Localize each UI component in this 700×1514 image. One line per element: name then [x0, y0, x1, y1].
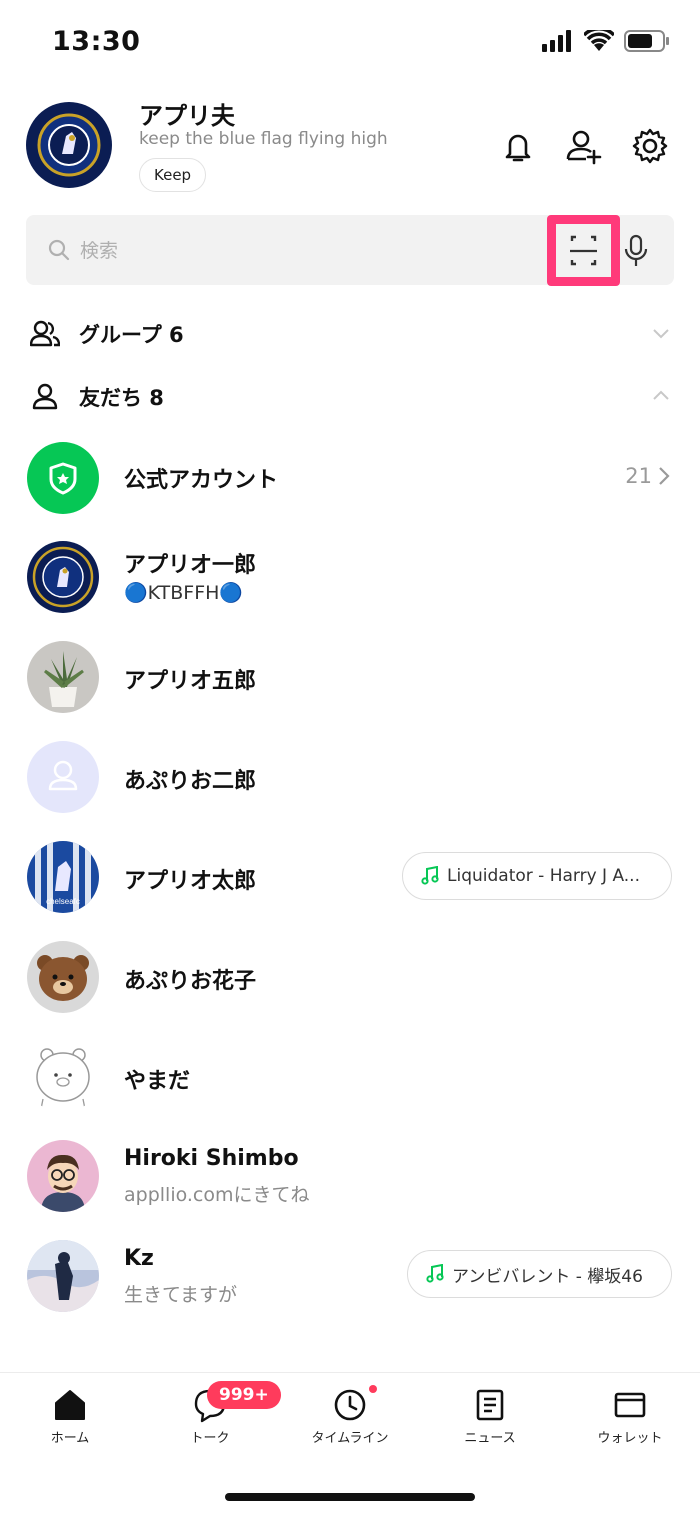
- avatar: [27, 1140, 99, 1212]
- friend-name: Kz: [124, 1246, 154, 1271]
- friend-row[interactable]: Hiroki Shimbo appllio.comにきてね: [0, 1140, 700, 1230]
- unread-badge: 999+: [207, 1381, 281, 1409]
- friends-label: 友だち 8: [79, 386, 164, 410]
- avatar: [27, 1240, 99, 1312]
- profile-avatar[interactable]: [26, 102, 112, 188]
- status-icons: [542, 30, 670, 52]
- official-account-avatar: [27, 442, 99, 514]
- bear-sketch-icon: [36, 1048, 90, 1110]
- friend-row[interactable]: あぷりお花子: [0, 941, 700, 1031]
- chevron-up-icon: [653, 390, 669, 400]
- home-icon: [55, 1390, 85, 1420]
- wifi-icon: [584, 30, 614, 51]
- profile-name[interactable]: アプリ夫: [139, 96, 235, 131]
- status-time: 13:30: [52, 26, 141, 57]
- friends-section[interactable]: 友だち 8: [0, 371, 700, 421]
- music-title: Liquidator - Harry J A...: [447, 866, 640, 886]
- avatar: [27, 941, 99, 1013]
- search-input[interactable]: 検索: [80, 236, 118, 263]
- scan-icon: [570, 235, 597, 266]
- tab-news[interactable]: ニュース: [420, 1387, 560, 1457]
- groups-label: グループ 6: [79, 323, 184, 347]
- profile-actions: [498, 126, 670, 166]
- qr-scan-button[interactable]: [547, 215, 620, 286]
- avatar: [27, 641, 99, 713]
- chevron-down-icon: [653, 329, 669, 339]
- friend-name: アプリオ五郎: [124, 669, 257, 694]
- tab-home[interactable]: ホーム: [0, 1387, 140, 1457]
- bell-icon[interactable]: [498, 126, 538, 166]
- friend-name: Hiroki Shimbo: [124, 1146, 299, 1171]
- friend-row[interactable]: アプリオ一郎 🔵KTBFFH🔵: [0, 541, 700, 631]
- keep-button[interactable]: Keep: [139, 158, 207, 192]
- default-avatar-icon: [48, 760, 78, 791]
- groups-section[interactable]: グループ 6: [0, 308, 700, 358]
- friend-name: アプリオ太郎: [124, 869, 257, 894]
- music-chip[interactable]: Liquidator - Harry J A...: [402, 852, 672, 900]
- music-chip[interactable]: アンビバレント - 欅坂46: [407, 1250, 672, 1298]
- tab-label: トーク: [190, 1431, 230, 1446]
- gear-icon[interactable]: [630, 126, 670, 166]
- clock-icon: [334, 1389, 366, 1421]
- svg-text:chelseafc: chelseafc: [46, 897, 80, 906]
- friend-name: やまだ: [124, 1069, 191, 1094]
- search-icon: [48, 239, 70, 261]
- avatar: [27, 541, 99, 613]
- friend-row[interactable]: chelseafc アプリオ太郎 Liquidator - Harry J A.…: [0, 841, 700, 931]
- add-friend-icon[interactable]: [564, 126, 604, 166]
- avatar: chelseafc: [27, 841, 99, 913]
- shield-star-icon: [49, 462, 77, 495]
- wallet-icon: [614, 1392, 646, 1418]
- search-bar[interactable]: 検索: [26, 215, 674, 286]
- home-indicator: [225, 1493, 475, 1501]
- friend-row[interactable]: あぷりお二郎: [0, 741, 700, 831]
- groups-icon: [30, 320, 60, 347]
- friend-status: 🔵KTBFFH🔵: [124, 582, 244, 604]
- tab-label: ニュース: [464, 1431, 516, 1446]
- avatar: [27, 1041, 99, 1113]
- friend-status: appllio.comにきてね: [124, 1184, 310, 1206]
- microphone-icon[interactable]: [622, 234, 650, 268]
- friend-name: あぷりお二郎: [124, 769, 257, 794]
- signal-icon: [542, 30, 571, 52]
- avatar: [27, 741, 99, 813]
- official-account-count: 21: [625, 464, 670, 488]
- tab-label: ホーム: [50, 1431, 90, 1446]
- friend-row[interactable]: やまだ: [0, 1041, 700, 1131]
- friend-row[interactable]: Kz 生きてますが アンビバレント - 欅坂46: [0, 1240, 700, 1330]
- status-bar: 13:30: [0, 0, 700, 86]
- music-title: アンビバレント - 欅坂46: [452, 1266, 643, 1287]
- friend-status: 生きてますが: [124, 1284, 238, 1306]
- chevron-right-icon: [659, 467, 670, 485]
- profile-status-message: keep the blue flag flying high: [139, 129, 388, 149]
- music-note-icon: [421, 866, 439, 885]
- profile-header: アプリ夫 keep the blue flag flying high Keep: [0, 96, 700, 196]
- friend-name: あぷりお花子: [124, 969, 257, 994]
- tab-label: ウォレット: [597, 1431, 663, 1446]
- official-account-label: 公式アカウント: [124, 468, 279, 493]
- official-account-row[interactable]: 公式アカウント 21: [0, 442, 700, 532]
- friend-icon: [32, 383, 58, 410]
- tab-wallet[interactable]: ウォレット: [560, 1387, 700, 1457]
- friend-row[interactable]: アプリオ五郎: [0, 641, 700, 731]
- battery-icon: [624, 30, 669, 52]
- scan-button-inner: [556, 224, 611, 277]
- tab-timeline[interactable]: タイムライン: [280, 1387, 420, 1457]
- chelsea-crest-icon: [26, 102, 112, 188]
- notification-dot: [369, 1385, 377, 1393]
- music-note-icon: [426, 1264, 444, 1283]
- news-icon: [476, 1389, 504, 1421]
- official-account-count-value: 21: [625, 464, 652, 488]
- tab-label: タイムライン: [311, 1431, 389, 1446]
- friend-name: アプリオ一郎: [124, 553, 257, 578]
